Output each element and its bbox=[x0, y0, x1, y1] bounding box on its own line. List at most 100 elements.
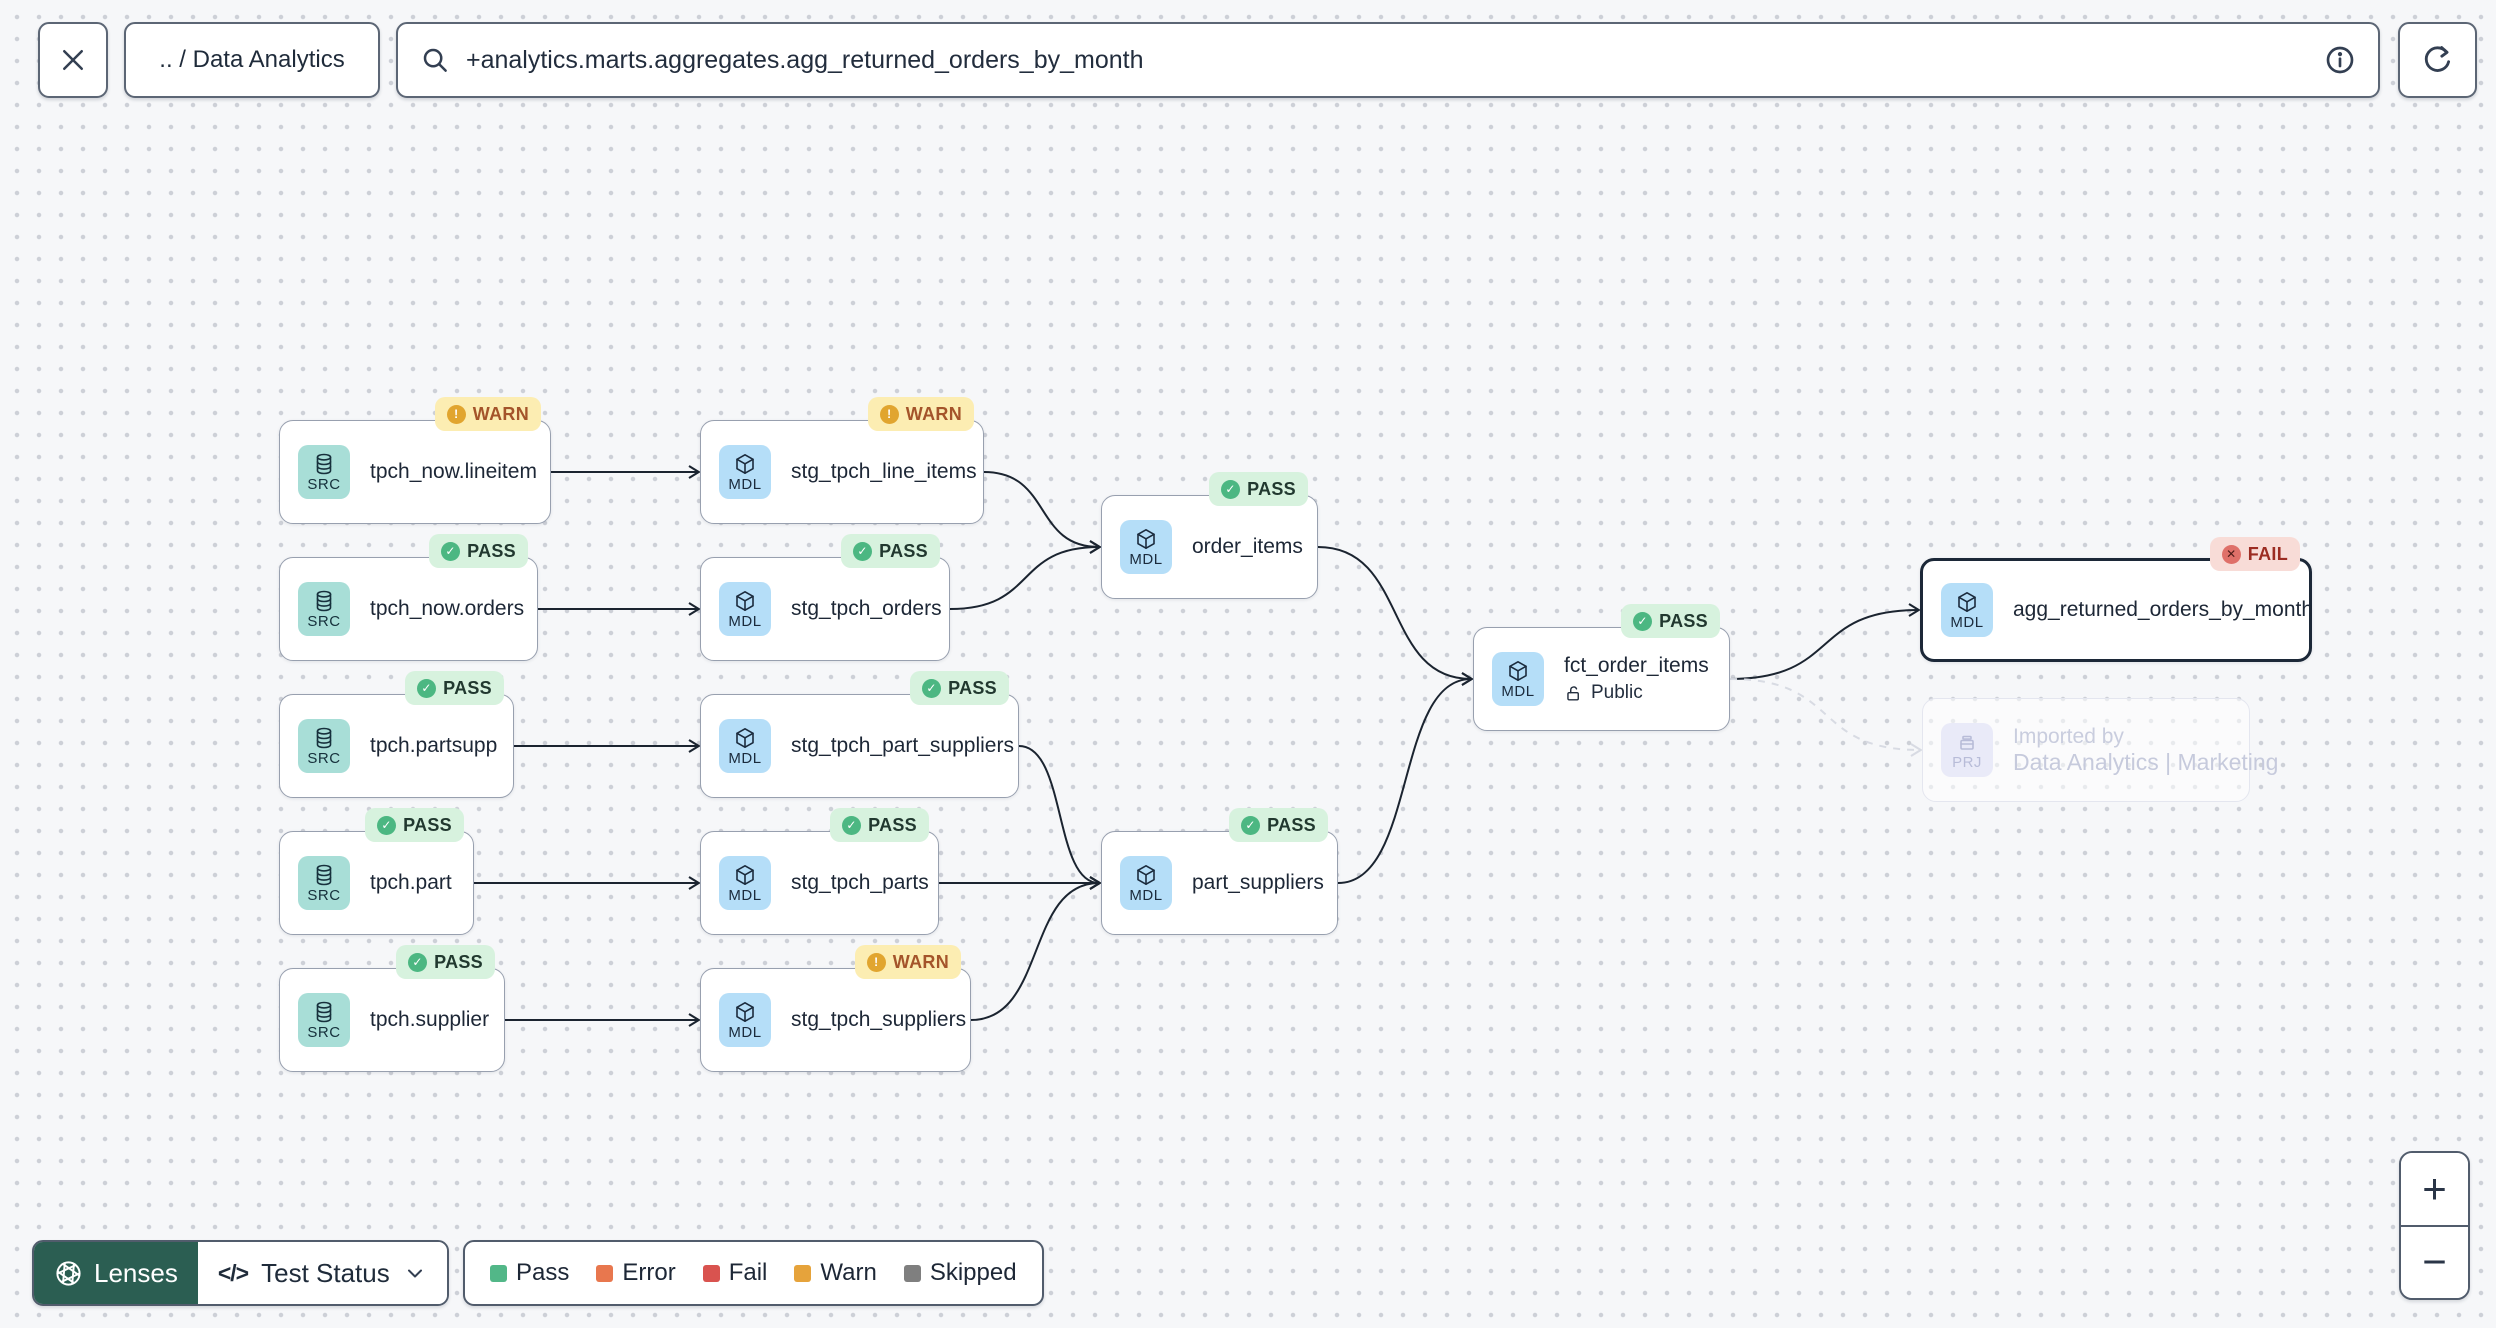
node-label: fct_order_items bbox=[1564, 654, 1709, 677]
graph-node-tpch-partsupp[interactable]: ✓ PASS SRC tpch.partsupp bbox=[279, 671, 514, 798]
lens-selector-label: Test Status bbox=[261, 1257, 390, 1288]
node-label: part_suppliers bbox=[1192, 871, 1324, 894]
legend-item-warn: Warn bbox=[794, 1259, 877, 1287]
node-info: stg_tpch_orders bbox=[791, 597, 942, 621]
legend-swatch-skipped bbox=[903, 1264, 921, 1282]
node-label: order_items bbox=[1192, 535, 1303, 558]
legend-item-skipped: Skipped bbox=[903, 1259, 1017, 1287]
node-info: tpch.part bbox=[370, 871, 452, 895]
node-label: stg_tpch_orders bbox=[791, 597, 942, 620]
edge-stg_suppliers-to-part_suppliers bbox=[970, 876, 1102, 1021]
graph-node-stg-tpch-parts[interactable]: ✓ PASS MDL stg_tpch_parts bbox=[700, 808, 939, 935]
node-info: Imported by Data Analytics | Marketing bbox=[2013, 725, 2278, 776]
node-info: tpch_now.orders bbox=[370, 597, 524, 621]
node-info: stg_tpch_suppliers bbox=[791, 1008, 967, 1032]
status-badge-warn: ! WARN bbox=[854, 945, 961, 979]
project-icon: PRJ bbox=[1941, 723, 1993, 777]
database-icon: SRC bbox=[298, 856, 350, 910]
graph-node-stg-tpch-orders[interactable]: ✓ PASS MDL stg_tpch_orders bbox=[700, 534, 950, 661]
graph-node-tpch-supplier[interactable]: ✓ PASS SRC tpch.supplier bbox=[279, 945, 505, 1072]
lens-selector[interactable]: </> Test Status bbox=[197, 1242, 447, 1304]
graph-node-data-analytics-marketing[interactable]: PRJ Imported by Data Analytics | Marketing bbox=[1922, 698, 2278, 802]
status-dot-icon: ✓ bbox=[441, 541, 461, 561]
status-dot-icon: ✓ bbox=[853, 541, 873, 561]
graph-node-tpch-part[interactable]: ✓ PASS SRC tpch.part bbox=[279, 808, 474, 935]
graph-node-stg-tpch-line-items[interactable]: ! WARN MDL stg_tpch_line_items bbox=[700, 397, 984, 524]
edge-stg_orders-to-order_items bbox=[949, 540, 1102, 610]
zoom-in-button[interactable]: + bbox=[2401, 1153, 2468, 1225]
status-badge-pass: ✓ PASS bbox=[1621, 604, 1720, 638]
status-badge-pass: ✓ PASS bbox=[405, 671, 504, 705]
node-label: stg_tpch_part_suppliers bbox=[791, 734, 1014, 757]
refresh-icon bbox=[2424, 46, 2450, 72]
graph-node-stg-tpch-part-suppliers[interactable]: ✓ PASS MDL stg_tpch_part_suppliers bbox=[700, 671, 1019, 798]
search-input[interactable] bbox=[464, 44, 2310, 76]
legend-label: Fail bbox=[728, 1259, 768, 1286]
model-cube-icon: MDL bbox=[1120, 520, 1172, 574]
node-info: stg_tpch_part_suppliers bbox=[791, 734, 1014, 758]
node-label: agg_returned_orders_by_month bbox=[2013, 598, 2314, 621]
graph-node-part-suppliers[interactable]: ✓ PASS MDL part_suppliers bbox=[1101, 808, 1338, 935]
model-cube-icon: MDL bbox=[719, 993, 771, 1047]
zoom-out-button[interactable]: − bbox=[2401, 1226, 2468, 1298]
status-dot-icon: ! bbox=[879, 404, 899, 424]
node-label: stg_tpch_suppliers bbox=[791, 1008, 967, 1031]
node-label: stg_tpch_line_items bbox=[791, 460, 977, 483]
lenses-control: Lenses </> Test Status bbox=[32, 1240, 449, 1306]
node-info: fct_order_items Public bbox=[1564, 654, 1709, 704]
lock-open-icon bbox=[1564, 684, 1583, 703]
lineage-canvas[interactable]: ! WARN SRC tpch_now.lineitem ! WARN MDL stg_tpc… bbox=[0, 0, 2496, 1328]
edge-stg_line_items-to-order_items bbox=[983, 471, 1102, 554]
legend-swatch-error bbox=[596, 1264, 614, 1282]
model-cube-icon: MDL bbox=[719, 719, 771, 773]
edge-part_suppliers-to-fct_order_items bbox=[1337, 672, 1474, 884]
model-cube-icon: MDL bbox=[1941, 583, 1993, 637]
status-badge-pass: ✓ PASS bbox=[365, 808, 464, 842]
node-label: tpch.partsupp bbox=[370, 734, 498, 757]
status-dot-icon: ✓ bbox=[842, 815, 862, 835]
status-badge-warn: ! WARN bbox=[867, 397, 974, 431]
zoom-controls: + − bbox=[2399, 1151, 2470, 1300]
status-dot-icon: ✕ bbox=[2221, 544, 2241, 564]
node-access: Public bbox=[1564, 682, 1707, 704]
breadcrumb[interactable]: .. / Data Analytics bbox=[124, 22, 380, 98]
graph-node-tpch-now-orders[interactable]: ✓ PASS SRC tpch_now.orders bbox=[279, 534, 538, 661]
refresh-button[interactable] bbox=[2398, 22, 2477, 98]
edge-stg_part_suppliers-to-part_suppliers bbox=[1018, 745, 1102, 890]
aperture-icon bbox=[56, 1260, 81, 1286]
edge-layer bbox=[474, 465, 1923, 1027]
toolbar: .. / Data Analytics bbox=[0, 0, 2496, 130]
lenses-label: Lenses bbox=[94, 1257, 178, 1288]
legend-item-error: Error bbox=[596, 1259, 676, 1287]
status-dot-icon: ! bbox=[446, 404, 466, 424]
graph-node-stg-tpch-suppliers[interactable]: ! WARN MDL stg_tpch_suppliers bbox=[700, 945, 971, 1072]
legend-item-fail: Fail bbox=[702, 1259, 768, 1287]
graph-node-order-items[interactable]: ✓ PASS MDL order_items bbox=[1101, 472, 1318, 599]
status-dot-icon: ✓ bbox=[1633, 611, 1653, 631]
legend-label: Warn bbox=[820, 1259, 877, 1286]
status-dot-icon: ✓ bbox=[1241, 815, 1261, 835]
legend-label: Skipped bbox=[929, 1259, 1017, 1286]
close-button[interactable] bbox=[38, 22, 108, 98]
lenses-button[interactable]: Lenses bbox=[34, 1242, 198, 1304]
node-label: tpch.supplier bbox=[370, 1008, 490, 1031]
node-info: tpch.partsupp bbox=[370, 734, 498, 758]
graph-node-agg-returned-orders-by-month[interactable]: ✕ FAIL MDL agg_returned_orders_by_month bbox=[1920, 537, 2314, 662]
model-cube-icon: MDL bbox=[719, 582, 771, 636]
status-badge-pass: ✓ PASS bbox=[396, 945, 495, 979]
legend-label: Pass bbox=[516, 1259, 570, 1286]
status-dot-icon: ✓ bbox=[408, 952, 428, 972]
status-dot-icon: ✓ bbox=[377, 815, 397, 835]
database-icon: SRC bbox=[298, 445, 350, 499]
model-cube-icon: MDL bbox=[719, 445, 771, 499]
info-icon[interactable] bbox=[2324, 44, 2356, 76]
node-info: order_items bbox=[1192, 535, 1303, 559]
database-icon: SRC bbox=[298, 582, 350, 636]
node-info: stg_tpch_parts bbox=[791, 871, 929, 895]
status-dot-icon: ✓ bbox=[1221, 479, 1241, 499]
graph-node-tpch-now-lineitem[interactable]: ! WARN SRC tpch_now.lineitem bbox=[279, 397, 551, 524]
legend-label: Error bbox=[622, 1259, 676, 1286]
graph-node-fct-order-items[interactable]: ✓ PASS MDL fct_order_items Public bbox=[1473, 604, 1730, 731]
status-dot-icon: ✓ bbox=[922, 678, 942, 698]
database-icon: SRC bbox=[298, 719, 350, 773]
